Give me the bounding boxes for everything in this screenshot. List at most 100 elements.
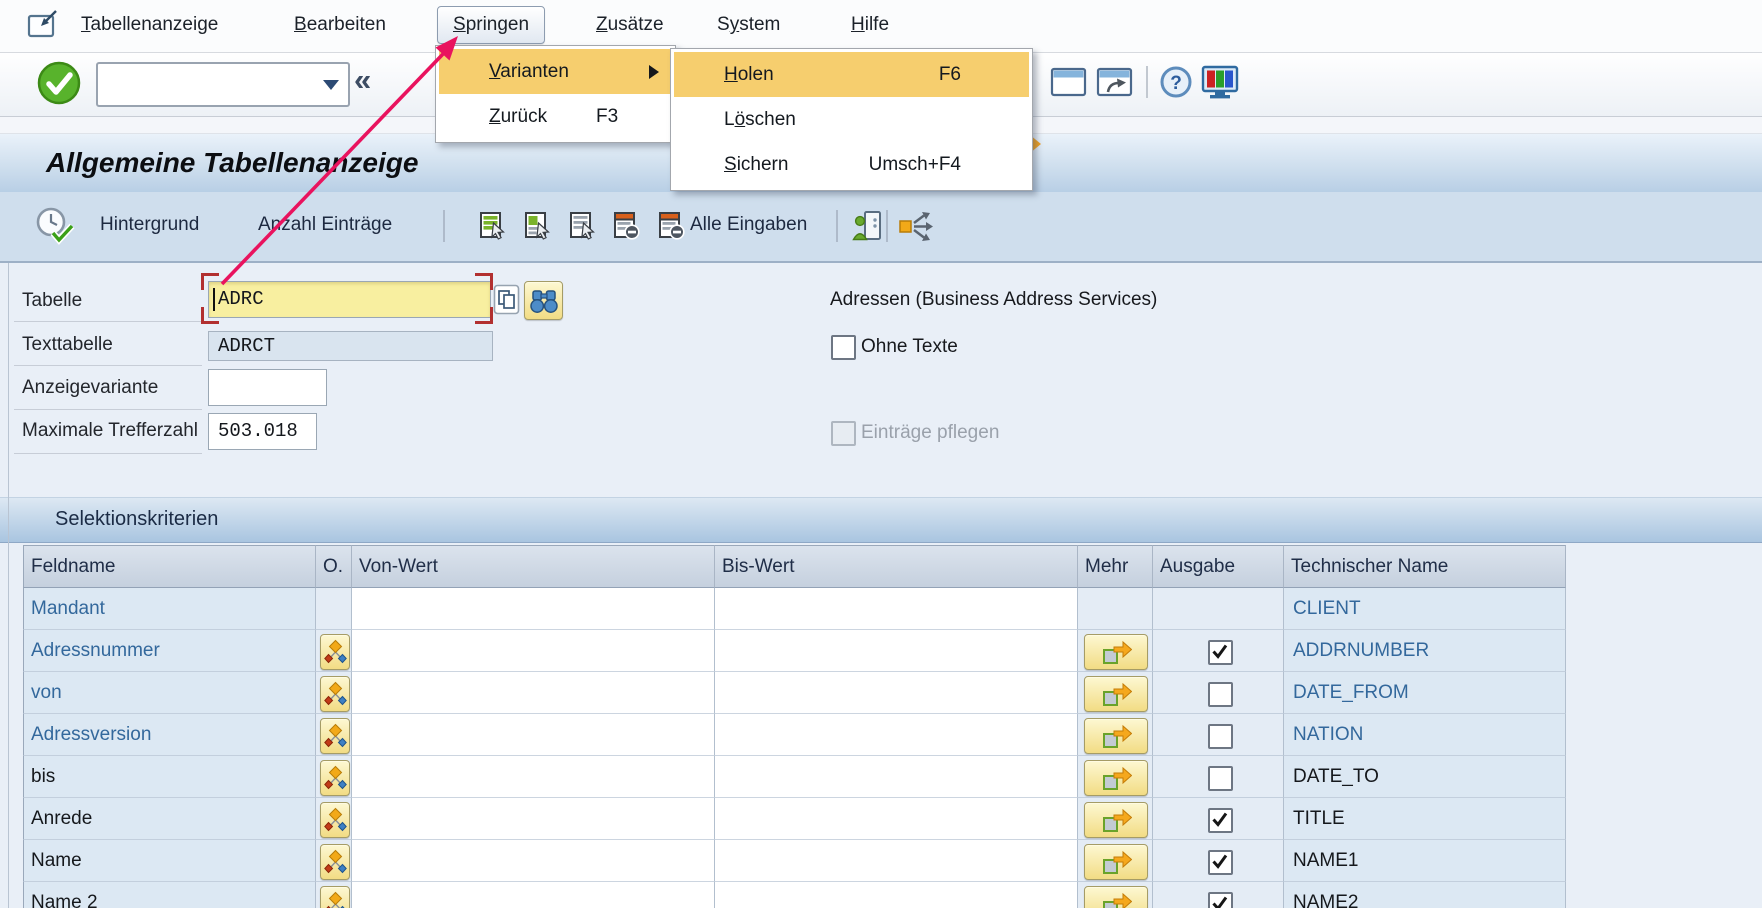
delete-selection-icon[interactable] [613,211,640,245]
enter-check-button[interactable] [36,60,82,106]
von-wert-input[interactable] [352,672,715,714]
new-session-window-icon[interactable] [1050,66,1088,103]
select-block-icon[interactable] [524,211,551,245]
tabelle-input[interactable]: ADRC [208,281,491,318]
menu-item-sichern[interactable]: SichernUmsch+F4 [674,142,1029,187]
table-header-row: FeldnameO.Von-WertBis-WertMehrAusgabeTec… [23,545,1566,588]
technischer-name-cell: NAME1 [1284,840,1566,882]
select-all-fields-icon[interactable] [479,211,506,245]
menubar-item-hilfe[interactable]: Hilfe [845,0,895,50]
bis-wert-input[interactable] [715,630,1078,672]
anzeigevariante-input[interactable] [208,369,327,406]
mehr-button[interactable] [1084,760,1148,796]
options-cell [316,714,352,756]
command-field-dropdown-icon[interactable] [323,80,339,90]
toolbar-separator [1146,66,1148,98]
mehr-button[interactable] [1084,718,1148,754]
von-wert-input[interactable] [352,714,715,756]
selection-options-button[interactable] [320,676,350,712]
selection-options-button[interactable] [320,802,350,838]
execute-clock-icon[interactable] [34,206,76,251]
bis-wert-input[interactable] [715,756,1078,798]
ausgabe-checkbox[interactable] [1208,850,1233,875]
enter-check-icon [36,60,82,106]
mehr-button[interactable] [1084,886,1148,908]
bis-wert-input[interactable] [715,882,1078,908]
von-wert-input[interactable] [352,882,715,908]
anzahl-eintraege-button[interactable]: Anzahl Einträge [258,192,392,258]
mehr-button[interactable] [1084,802,1148,838]
menu-item-löschen[interactable]: Löschen [674,97,1029,142]
feldname-cell: Adressversion [23,714,316,756]
ausgabe-cell [1153,714,1284,756]
form-row-divider [14,321,202,322]
selection-options-button[interactable] [320,886,350,908]
ohne-texte-checkbox[interactable] [831,335,856,360]
options-cell [316,840,352,882]
von-wert-input[interactable] [352,756,715,798]
max-trefferzahl-input[interactable]: 503.018 [208,413,317,450]
focus-bracket [475,273,493,290]
ausgabe-checkbox[interactable] [1208,766,1233,791]
von-wert-input[interactable] [352,798,715,840]
ausgabe-checkbox[interactable] [1208,640,1233,665]
menu-item-holen[interactable]: HolenF6 [674,52,1029,97]
search-help-button[interactable] [524,281,563,320]
von-wert-input[interactable] [352,630,715,672]
mehr-cell [1078,672,1153,714]
system-menu-icon[interactable] [26,8,62,47]
menu-item-varianten[interactable]: Varianten [439,49,672,94]
options-cell [316,882,352,908]
selection-options-button[interactable] [320,760,350,796]
menubar-item-bearbeiten[interactable]: Bearbeiten [288,0,392,50]
options-cell [316,756,352,798]
menubar-item-zusätze[interactable]: Zusätze [590,0,670,50]
selection-criteria-header: Selektionskriterien [0,497,1762,543]
delete-all-selections-icon[interactable] [658,211,685,245]
ausgabe-checkbox[interactable] [1208,892,1233,908]
bis-wert-input[interactable] [715,588,1078,630]
column-header-bis-wert: Bis-Wert [715,545,1078,588]
mehr-button[interactable] [1084,844,1148,880]
selection-options-button[interactable] [320,844,350,880]
alle-eingaben-button[interactable]: Alle Eingaben [690,192,807,258]
copy-pages-icon[interactable] [493,284,520,320]
selection-criteria-title: Selektionskriterien [0,498,1762,541]
menubar-item-springen[interactable]: Springen [437,6,545,44]
mehr-cell [1078,714,1153,756]
ausgabe-checkbox[interactable] [1208,682,1233,707]
toolbar-separator [443,210,445,242]
von-wert-input[interactable] [352,840,715,882]
selection-options-button[interactable] [320,718,350,754]
hintergrund-button[interactable]: Hintergrund [100,192,199,258]
deselect-fields-icon[interactable] [569,211,596,245]
command-field[interactable] [96,62,350,107]
ausgabe-checkbox[interactable] [1208,808,1233,833]
menu-item-zurück[interactable]: ZurückF3 [439,94,672,139]
technischer-name-cell: DATE_TO [1284,756,1566,798]
mehr-button[interactable] [1084,634,1148,670]
help-icon[interactable]: ? [1158,64,1194,105]
von-wert-input[interactable] [352,588,715,630]
bis-wert-input[interactable] [715,798,1078,840]
technischer-name-cell: ADDRNUMBER [1284,630,1566,672]
distribute-icon[interactable] [898,211,934,246]
form-row-divider [14,453,202,454]
column-header-technischer-name: Technischer Name [1284,545,1566,588]
create-shortcut-icon[interactable] [1096,66,1134,103]
focus-bracket [201,307,219,324]
menubar-item-system[interactable]: System [711,0,786,50]
table-row: Adressversion NATION [23,714,1566,756]
customize-layout-icon[interactable] [1200,64,1240,105]
feldname-cell: Anrede [23,798,316,840]
selection-options-button[interactable] [320,634,350,670]
maintain-entries-icon[interactable] [852,210,882,247]
menubar-item-tabellenanzeige[interactable]: Tabellenanzeige [75,0,224,50]
ausgabe-checkbox[interactable] [1208,724,1233,749]
technischer-name-cell: NATION [1284,714,1566,756]
collapse-toolbar-chevron[interactable]: « [354,56,371,104]
mehr-button[interactable] [1084,676,1148,712]
bis-wert-input[interactable] [715,672,1078,714]
bis-wert-input[interactable] [715,714,1078,756]
bis-wert-input[interactable] [715,840,1078,882]
